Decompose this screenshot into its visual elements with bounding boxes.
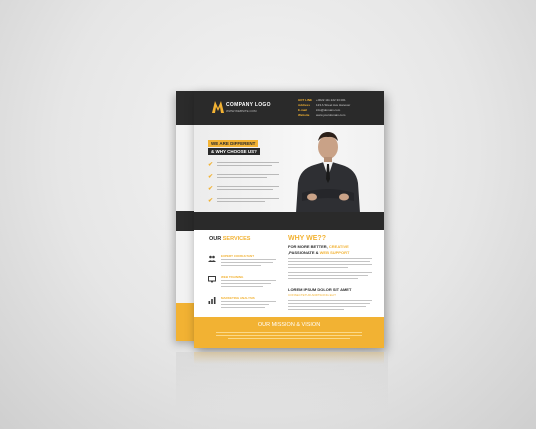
why-sub-highlight: WEB SUPPORT [319, 249, 350, 255]
service-name: EXPERT CONSULTANT [221, 254, 255, 258]
text-line [217, 186, 279, 188]
dark-divider-band [194, 212, 384, 230]
contact-value: info@domain.com [316, 108, 341, 112]
why-sub-part: ,PASSIONATE & [288, 249, 320, 255]
text-line [288, 275, 368, 276]
service-item: MARKETING ANALYSIS [208, 296, 278, 312]
text-line [217, 189, 273, 191]
lorem-subheading: CONSECTETUR ADIPISCING ELIT [288, 293, 337, 297]
checklist-item: ✔ [208, 185, 283, 197]
text-line [217, 201, 265, 203]
text-line [221, 283, 271, 284]
mission-heading: OUR MISSION & VISION [257, 322, 321, 328]
businessman-photo [296, 132, 360, 213]
front-flyer: COMPANY LOGO WWW.WEBSITE.COM HOT LINE +00… [194, 91, 384, 348]
text-line [221, 265, 261, 266]
text-line [228, 338, 350, 339]
check-icon: ✔ [208, 162, 214, 168]
service-name: MARKETING ANALYSIS [221, 296, 255, 300]
contact-key: HOT LINE [298, 98, 312, 102]
text-line [288, 278, 358, 279]
text-line [288, 306, 366, 307]
checklist-item: ✔ [208, 197, 283, 209]
service-item: WEB TRAINING [208, 275, 278, 291]
why-sub-part: FOR MORE BETTER, [288, 244, 329, 249]
text-line [221, 307, 265, 308]
check-icon: ✔ [208, 198, 214, 204]
floor-reflection [176, 352, 388, 412]
text-line [217, 162, 279, 164]
contact-row: Website www.yourdomain.com [298, 113, 382, 118]
lorem-heading: LOREM IPSUM DOLOR SIT AMET [288, 287, 352, 292]
text-line [221, 262, 273, 263]
hero-tag-different: WE ARE DIFFERENT [208, 140, 259, 147]
text-line [288, 267, 348, 268]
text-line [221, 301, 276, 302]
text-line [216, 332, 362, 333]
logo-m-icon [212, 101, 224, 113]
chart-icon [208, 297, 216, 304]
text-line [288, 261, 370, 262]
text-line [288, 309, 344, 310]
why-subheading: FOR MORE BETTER, CREATIVE ,PASSIONATE & … [288, 244, 372, 255]
contact-block: HOT LINE +0022 111 222 33 001 Address 123 … [298, 98, 382, 118]
contact-key: E-mail [298, 108, 308, 112]
services-heading-highlight: SERVICES [222, 236, 251, 242]
checklist-item: ✔ [208, 173, 283, 185]
why-heading: WHY WE?? [288, 235, 326, 242]
contact-value: +0022 111 222 33 001 [316, 98, 346, 102]
text-line [288, 264, 372, 265]
text-line [288, 300, 372, 301]
text-line [216, 335, 362, 336]
text-line [221, 286, 263, 287]
check-icon: ✔ [208, 186, 214, 192]
logo-tagline: WWW.WEBSITE.COM [226, 109, 257, 113]
text-line [217, 165, 272, 167]
checklist: ✔ ✔ ✔ ✔ [208, 161, 283, 209]
text-line [221, 259, 276, 260]
service-item: EXPERT CONSULTANT [208, 254, 278, 270]
mockup-scene: COMPANY LOGO WWW.WEBSITE.COM HOT LINE +00… [0, 0, 536, 429]
flyer-header: COMPANY LOGO WWW.WEBSITE.COM HOT LINE +00… [194, 91, 384, 125]
contact-value: 123 A Street Ave Hanover [316, 103, 351, 107]
checklist-item: ✔ [208, 161, 283, 173]
contact-key: Address [298, 103, 311, 107]
service-name: WEB TRAINING [221, 275, 244, 279]
text-line [217, 198, 279, 200]
contact-key: Website [298, 113, 310, 117]
text-line [288, 272, 372, 273]
services-heading: OUR SERVICES [209, 236, 250, 242]
monitor-icon [208, 276, 216, 283]
text-line [221, 280, 276, 281]
check-icon: ✔ [208, 174, 214, 180]
text-line [288, 303, 370, 304]
hero-tag-why-choose: & WHY CHOOSE US? [208, 148, 260, 155]
text-line [288, 258, 372, 259]
reflection-footer [194, 352, 384, 364]
text-line [217, 174, 279, 176]
people-icon [208, 255, 216, 262]
contact-value: www.yourdomain.com [316, 113, 346, 117]
logo-name: COMPANY LOGO [226, 102, 271, 108]
text-line [221, 304, 269, 305]
text-line [217, 177, 267, 179]
services-heading-part: OUR [209, 236, 223, 242]
why-sub-highlight: CREATIVE [328, 244, 349, 249]
